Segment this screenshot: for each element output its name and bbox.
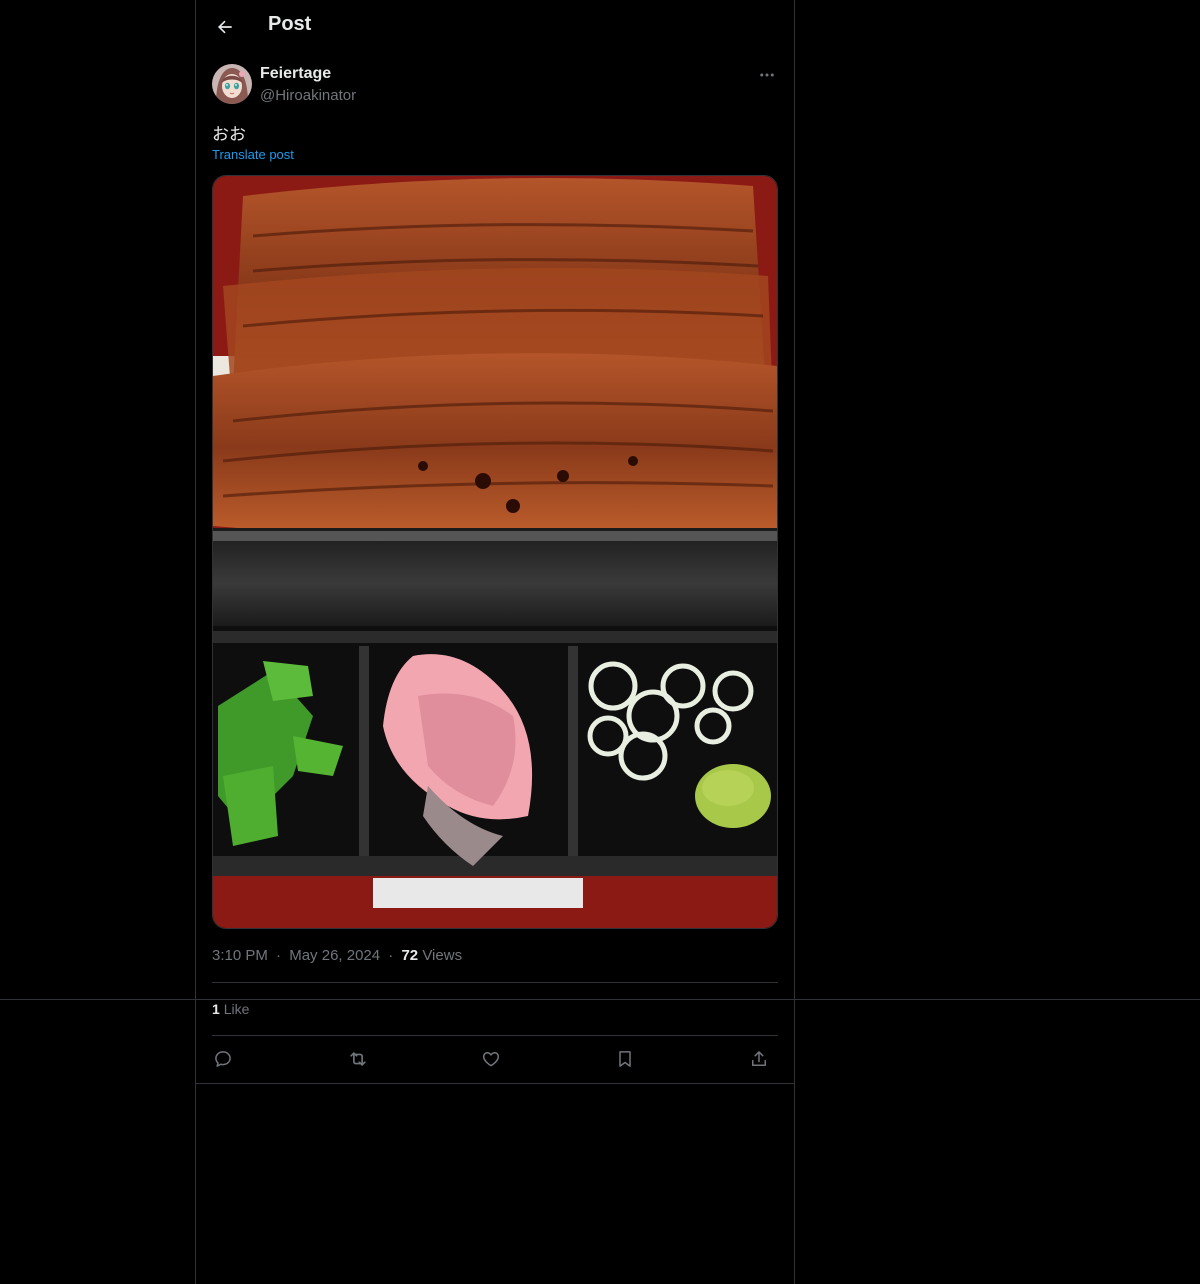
more-horizontal-icon bbox=[760, 73, 774, 77]
meta-separator: · bbox=[276, 947, 282, 964]
post-author: Feiertage @Hiroakinator bbox=[212, 64, 778, 108]
reply-button[interactable] bbox=[208, 1044, 238, 1074]
share-icon bbox=[752, 1051, 766, 1066]
page-title: Post bbox=[268, 13, 312, 35]
repost-icon bbox=[350, 1052, 366, 1066]
meta-divider bbox=[212, 982, 778, 983]
page: Post Feiertage @Hiroakinator おお Translat… bbox=[0, 0, 1200, 1284]
comment-icon bbox=[215, 1051, 231, 1067]
back-button[interactable] bbox=[208, 10, 242, 44]
post-column: Post Feiertage @Hiroakinator おお Translat… bbox=[195, 0, 795, 1284]
arrow-left-icon bbox=[218, 20, 232, 34]
author-handle[interactable]: @Hiroakinator bbox=[260, 87, 356, 104]
likes-count: 1 bbox=[212, 1001, 220, 1017]
more-options-button[interactable] bbox=[756, 64, 778, 86]
action-bar bbox=[212, 1040, 778, 1078]
post-photo[interactable] bbox=[212, 175, 778, 929]
bookmark-icon bbox=[619, 1051, 631, 1067]
views-label: Views bbox=[422, 947, 463, 964]
likes-label: Like bbox=[223, 1001, 250, 1017]
post-text: おお bbox=[212, 125, 246, 144]
translate-post-link[interactable]: Translate post bbox=[212, 147, 294, 162]
likes-stat[interactable]: 1 Like bbox=[212, 1001, 249, 1017]
like-button[interactable] bbox=[476, 1044, 506, 1074]
avatar-image-icon bbox=[212, 64, 252, 104]
views-count: 72 bbox=[401, 947, 419, 964]
meta-separator: · bbox=[388, 947, 394, 964]
header: Post bbox=[196, 0, 794, 53]
repost-button[interactable] bbox=[343, 1044, 373, 1074]
author-display-name[interactable]: Feiertage bbox=[260, 65, 331, 83]
post-date[interactable]: May 26, 2024 bbox=[289, 947, 380, 964]
bookmark-button[interactable] bbox=[610, 1044, 640, 1074]
stats-divider bbox=[212, 1035, 778, 1036]
post-time[interactable]: 3:10 PM bbox=[212, 947, 268, 964]
eel-bento-photo bbox=[213, 176, 777, 928]
share-button[interactable] bbox=[744, 1044, 774, 1074]
avatar[interactable] bbox=[212, 64, 252, 104]
post-bottom-divider bbox=[196, 1083, 794, 1084]
post-meta: 3:10 PM · May 26, 2024 · 72 Views bbox=[212, 947, 462, 964]
heart-icon bbox=[482, 1052, 500, 1067]
